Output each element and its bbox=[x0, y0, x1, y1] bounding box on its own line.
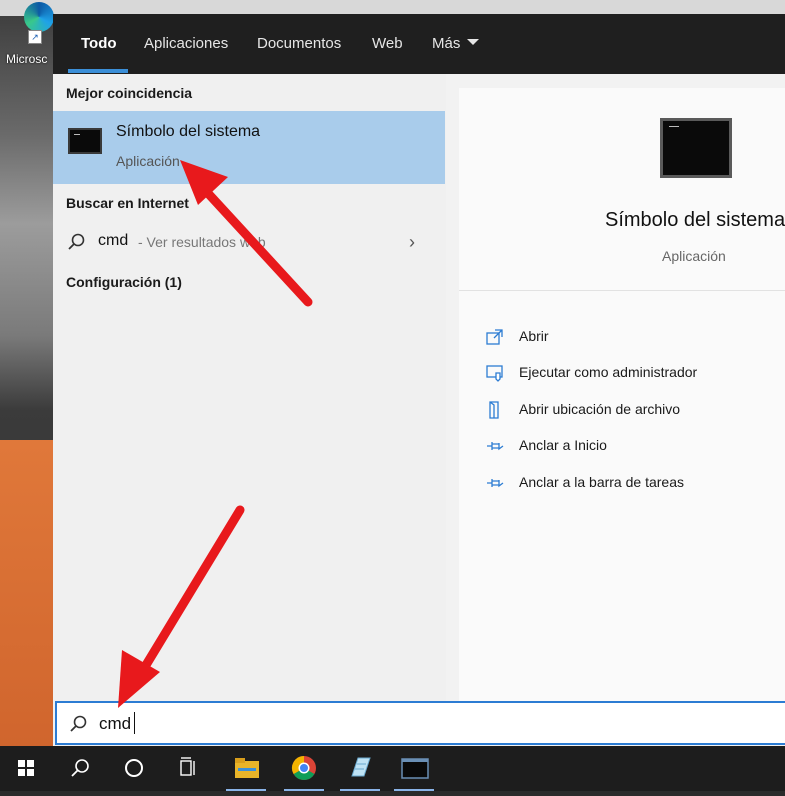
action-open-file-location[interactable]: Abrir ubicación de archivo bbox=[485, 398, 785, 422]
tab-documentos[interactable]: Documentos bbox=[257, 14, 341, 74]
chevron-right-icon[interactable]: › bbox=[409, 232, 415, 253]
cortana-button[interactable] bbox=[110, 746, 158, 791]
run-as-admin-icon bbox=[486, 365, 503, 382]
file-location-icon bbox=[489, 401, 499, 419]
tab-todo[interactable]: Todo bbox=[81, 14, 117, 74]
notepad-icon bbox=[351, 757, 371, 777]
action-label: Abrir bbox=[519, 328, 549, 344]
action-open[interactable]: Abrir bbox=[485, 325, 785, 349]
edge-icon bbox=[24, 2, 54, 32]
windows-start-icon bbox=[18, 760, 34, 776]
desktop-icon-label: Microsc bbox=[6, 52, 48, 66]
detail-title: Símbolo del sistema bbox=[605, 209, 785, 231]
active-tab-indicator bbox=[68, 69, 128, 73]
action-label: Anclar a Inicio bbox=[519, 437, 607, 453]
web-search-item[interactable]: cmd - Ver resultados web › bbox=[53, 226, 445, 256]
text-caret bbox=[134, 712, 135, 734]
best-match-type: Aplicación bbox=[116, 153, 180, 169]
action-label: Anclar a la barra de tareas bbox=[519, 474, 684, 490]
taskbar bbox=[0, 746, 785, 791]
best-match-item[interactable]: Símbolo del sistema Aplicación bbox=[53, 111, 445, 184]
command-prompt-icon bbox=[660, 118, 732, 178]
taskbar-command-prompt[interactable] bbox=[390, 746, 438, 791]
tab-aplicaciones[interactable]: Aplicaciones bbox=[144, 14, 228, 74]
settings-heading[interactable]: Configuración (1) bbox=[66, 274, 182, 290]
open-icon bbox=[486, 329, 503, 345]
desktop-shortcut-edge[interactable]: ↗ bbox=[18, 0, 58, 50]
pin-taskbar-icon bbox=[487, 479, 504, 488]
command-prompt-icon bbox=[401, 758, 429, 779]
action-label: Abrir ubicación de archivo bbox=[519, 401, 681, 417]
search-icon bbox=[70, 715, 87, 732]
search-icon bbox=[68, 233, 85, 250]
pin-icon bbox=[487, 442, 504, 451]
web-search-heading: Buscar en Internet bbox=[66, 195, 189, 211]
best-match-heading: Mejor coincidencia bbox=[66, 85, 193, 101]
taskbar-search-button[interactable] bbox=[56, 746, 104, 791]
taskbar-chrome[interactable] bbox=[280, 746, 328, 791]
shortcut-arrow-icon: ↗ bbox=[28, 30, 42, 44]
cortana-icon bbox=[125, 759, 143, 777]
action-label: Ejecutar como administrador bbox=[519, 364, 698, 380]
tab-mas-label: Más bbox=[432, 35, 461, 52]
search-icon bbox=[71, 759, 89, 777]
task-view-button[interactable] bbox=[164, 746, 212, 791]
tab-mas[interactable]: Más bbox=[432, 14, 480, 74]
detail-type: Aplicación bbox=[662, 248, 726, 264]
best-match-name: Símbolo del sistema bbox=[116, 123, 261, 140]
tab-web[interactable]: Web bbox=[372, 14, 403, 74]
task-view-icon bbox=[180, 757, 195, 776]
divider bbox=[459, 290, 785, 291]
action-run-as-admin[interactable]: Ejecutar como administrador bbox=[485, 361, 785, 385]
results-list: Mejor coincidencia Símbolo del sistema A… bbox=[53, 74, 446, 746]
search-box[interactable]: cmd bbox=[55, 701, 785, 745]
chevron-down-icon bbox=[467, 39, 480, 46]
search-input[interactable]: cmd bbox=[99, 714, 131, 734]
start-button[interactable] bbox=[2, 746, 50, 791]
taskbar-notepad[interactable] bbox=[336, 746, 384, 791]
action-pin-start[interactable]: Anclar a Inicio bbox=[485, 434, 785, 458]
web-search-hint: - Ver resultados web bbox=[138, 234, 266, 250]
taskbar-file-explorer[interactable] bbox=[222, 746, 270, 791]
command-prompt-icon bbox=[68, 128, 102, 154]
tab-bar: Todo Aplicaciones Documentos Web Más bbox=[53, 14, 785, 74]
detail-pane: Símbolo del sistema Aplicación Abrir Eje… bbox=[459, 88, 785, 701]
action-pin-taskbar[interactable]: Anclar a la barra de tareas bbox=[485, 471, 785, 495]
chrome-icon bbox=[291, 756, 316, 781]
search-panel: Todo Aplicaciones Documentos Web Más Mej… bbox=[53, 14, 785, 746]
file-explorer-icon bbox=[235, 758, 259, 778]
web-search-query: cmd bbox=[98, 232, 129, 249]
